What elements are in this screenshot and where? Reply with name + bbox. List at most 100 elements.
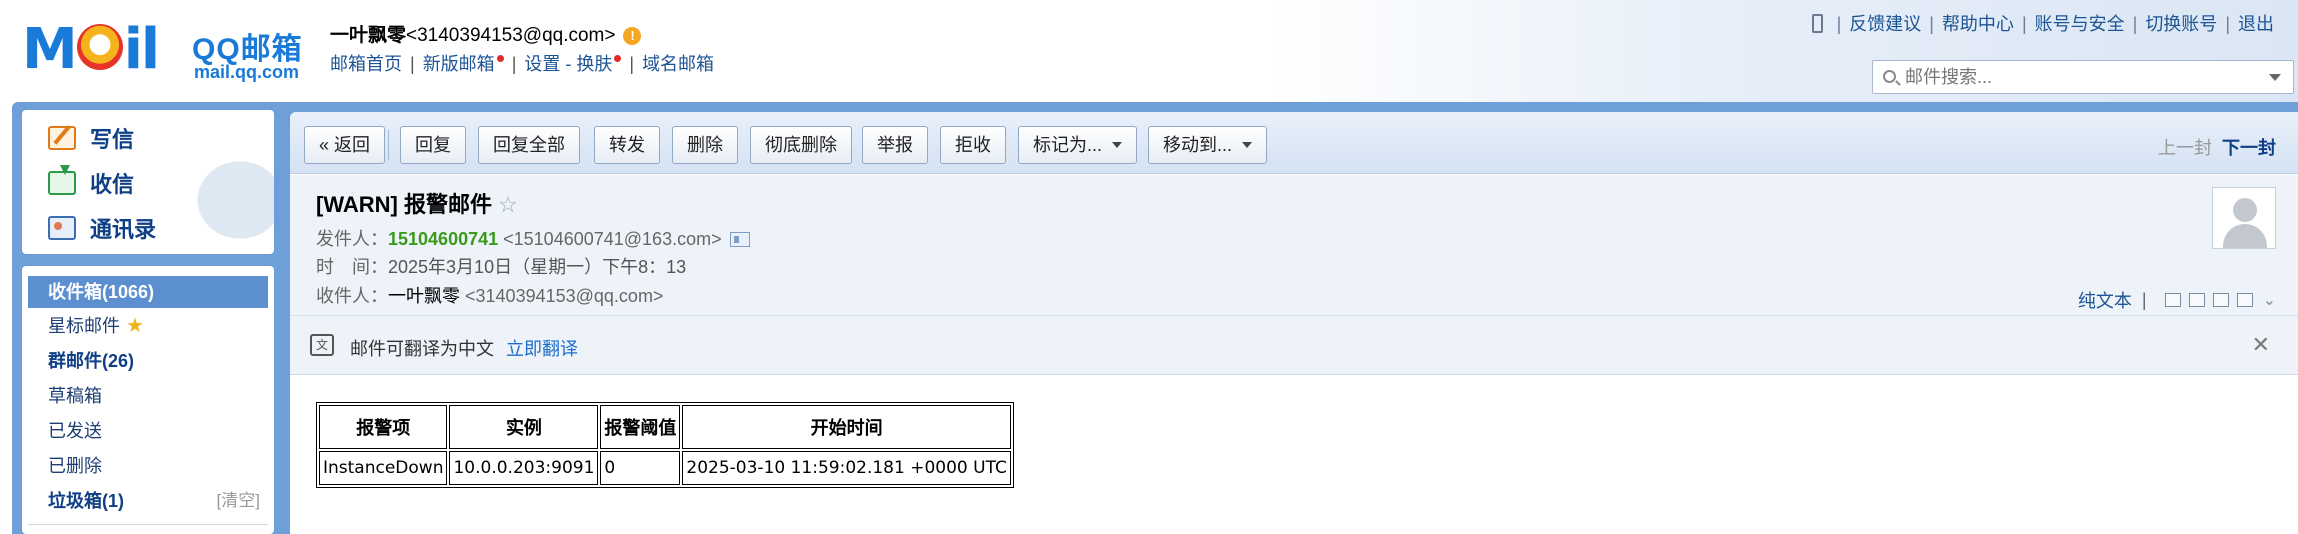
time-value: 2025年3月10日（星期一）下午8：13	[388, 257, 687, 277]
divider	[28, 524, 268, 525]
recipient-label: 收件人：	[316, 286, 388, 306]
divider	[388, 130, 389, 160]
logo-url: mail.qq.com	[194, 62, 300, 82]
divider: |	[2132, 14, 2138, 34]
sidebar-item-starred[interactable]: 星标邮件 ★	[28, 310, 268, 342]
chevron-down-icon	[1112, 142, 1123, 148]
logo-mark: Mil	[22, 17, 160, 82]
receive-mail-button[interactable]: 收信	[48, 165, 134, 201]
previous-mail-link[interactable]: 上一封	[2158, 138, 2212, 158]
start-time-cell: 2025-03-10 11:59:02.181 +0000 UTC	[682, 451, 1011, 485]
top-right-links: | 反馈建议 | 帮助中心 | 账号与安全 | 切换账号 | 退出	[1811, 10, 2274, 36]
recipient-name[interactable]: 一叶飘零	[388, 286, 460, 306]
reply-all-button[interactable]: 回复全部	[478, 126, 580, 164]
print-icon[interactable]	[2236, 293, 2253, 307]
link-new-version[interactable]: 新版邮箱	[423, 54, 495, 74]
top-header: Mil QQ邮箱 mail.qq.com 一叶飘零<3140394153@qq.…	[0, 0, 2298, 102]
link-help[interactable]: 帮助中心	[1942, 14, 2014, 34]
divider: |	[410, 54, 415, 74]
reply-button[interactable]: 回复	[400, 126, 466, 164]
sender-label: 发件人：	[316, 229, 388, 249]
penguin-decoration	[174, 140, 274, 254]
permanent-delete-button[interactable]: 彻底删除	[750, 126, 852, 164]
inbox-download-icon	[48, 165, 76, 195]
report-button[interactable]: 举报	[862, 126, 928, 164]
empty-spam-link[interactable]: [清空]	[217, 485, 260, 517]
compose-button[interactable]: 写信	[48, 120, 134, 156]
sidebar-item-sent[interactable]: 已发送	[28, 415, 268, 447]
logo-o-icon	[76, 24, 123, 70]
plain-text-link[interactable]: 纯文本	[2078, 287, 2132, 313]
sidebar-item-spam[interactable]: 垃圾箱(1) [清空]	[28, 485, 268, 517]
qq-mail-logo[interactable]: Mil QQ邮箱 mail.qq.com	[22, 17, 312, 83]
copy-icon[interactable]	[2188, 293, 2205, 307]
close-icon[interactable]: ✕	[2252, 332, 2270, 358]
move-to-dropdown[interactable]: 移动到...	[1148, 126, 1268, 164]
link-feedback[interactable]: 反馈建议	[1849, 14, 1921, 34]
translate-icon: 文	[310, 334, 334, 356]
mail-subject: [WARN] 报警邮件 ☆	[316, 187, 518, 219]
new-dot-icon	[496, 55, 504, 62]
compose-label: 写信	[90, 127, 135, 152]
view-tools: 纯文本 | ⌄	[2078, 287, 2276, 313]
mark-as-dropdown[interactable]: 标记为...	[1018, 126, 1138, 164]
user-info: 一叶飘零<3140394153@qq.com>!	[330, 20, 642, 47]
link-domain-mail[interactable]: 域名邮箱	[642, 54, 714, 74]
sidebar-item-drafts[interactable]: 草稿箱	[28, 380, 268, 412]
sidebar-actions: 写信 收信 通讯录	[22, 110, 274, 254]
link-settings-skin[interactable]: 设置 - 换肤	[524, 54, 612, 74]
sender-row: 发件人：15104600741 <15104600741@163.com>	[316, 225, 750, 251]
mail-body: 报警项 实例 报警阈值 开始时间 InstanceDown 10.0.0.203…	[316, 402, 1014, 488]
link-switch-account[interactable]: 切换账号	[2145, 14, 2217, 34]
star-icon: ★	[126, 315, 144, 337]
contacts-button[interactable]: 通讯录	[48, 210, 156, 246]
mail-pager: 上一封 下一封	[2158, 134, 2276, 160]
chevron-down-icon[interactable]	[2269, 74, 2281, 81]
header-nav-links: 邮箱首页 | 新版邮箱 | 设置 - 换肤 | 域名邮箱	[330, 50, 714, 76]
folder-label: 星标邮件	[48, 316, 120, 336]
contacts-label: 通讯录	[90, 217, 157, 242]
mail-search[interactable]	[1872, 60, 2294, 94]
divider: |	[2225, 14, 2230, 34]
column-header: 开始时间	[682, 405, 1011, 449]
translate-bar: 文 邮件可翻译为中文 立即翻译 ✕	[290, 315, 2298, 375]
warning-icon[interactable]: !	[623, 27, 642, 45]
search-input[interactable]	[1905, 64, 2245, 90]
column-header: 实例	[449, 405, 599, 449]
next-mail-link[interactable]: 下一封	[2222, 138, 2276, 158]
search-icon[interactable]	[1883, 70, 1896, 83]
avatar-body	[2223, 224, 2267, 248]
mark-as-label: 标记为...	[1033, 135, 1103, 155]
link-logout[interactable]: 退出	[2238, 14, 2274, 34]
avatar-head	[2233, 198, 2257, 222]
translate-message: 邮件可翻译为中文	[350, 339, 494, 359]
forward-button[interactable]: 转发	[594, 126, 660, 164]
mobile-phone-icon[interactable]	[1811, 14, 1823, 33]
sidebar-item-group-mail[interactable]: 群邮件(26)	[28, 345, 268, 377]
sender-name[interactable]: 15104600741	[388, 229, 498, 249]
instance-cell: 10.0.0.203:9091	[449, 451, 599, 485]
contact-card-icon[interactable]	[729, 232, 750, 247]
table-header-row: 报警项 实例 报警阈值 开始时间	[319, 405, 1011, 449]
mail-reader: « 返回 回复 回复全部 转发 删除 彻底删除 举报 拒收 标记为... 移动到…	[290, 112, 2298, 534]
delete-button[interactable]: 删除	[672, 126, 738, 164]
sidebar-item-deleted[interactable]: 已删除	[28, 450, 268, 482]
compose-icon	[48, 126, 76, 150]
new-dot-icon	[614, 55, 622, 62]
star-outline-icon[interactable]: ☆	[498, 192, 518, 217]
receive-label: 收信	[90, 172, 135, 197]
link-account-security[interactable]: 账号与安全	[2035, 14, 2125, 34]
alert-table: 报警项 实例 报警阈值 开始时间 InstanceDown 10.0.0.203…	[316, 402, 1014, 488]
new-window-icon[interactable]	[2164, 293, 2181, 307]
user-email: <3140394153@qq.com>	[406, 25, 616, 46]
download-icon[interactable]	[2212, 293, 2229, 307]
translate-now-link[interactable]: 立即翻译	[506, 339, 578, 359]
chevron-down-icon	[1242, 142, 1253, 148]
sidebar-item-inbox[interactable]: 收件箱(1066)	[28, 276, 268, 308]
time-label: 时 间：	[316, 257, 388, 277]
reject-button[interactable]: 拒收	[940, 126, 1006, 164]
link-mail-home[interactable]: 邮箱首页	[330, 54, 402, 74]
back-button[interactable]: « 返回	[304, 126, 386, 164]
chevron-down-icon[interactable]: ⌄	[2263, 290, 2276, 310]
sender-avatar[interactable]	[2212, 187, 2276, 249]
